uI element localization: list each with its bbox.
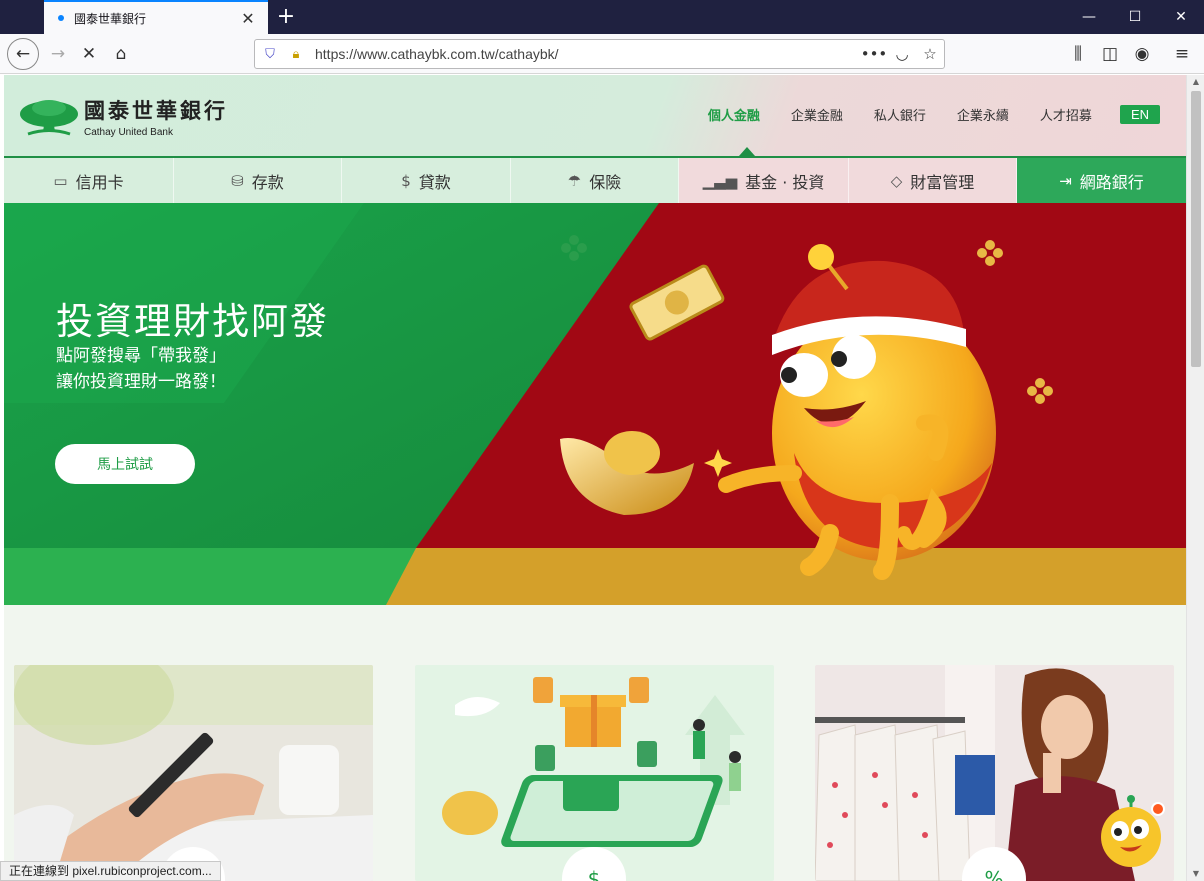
library-icon[interactable]: ⫼ xyxy=(1062,38,1094,70)
diamond-icon: ◇ xyxy=(890,171,903,190)
top-navigation: 個人金融 企業金融 私人銀行 企業永續 人才招募 EN xyxy=(677,105,1160,124)
tab-close-icon[interactable]: ✕ xyxy=(238,9,258,28)
scrollbar-thumb[interactable] xyxy=(1191,91,1201,367)
promo-card-2[interactable]: $ xyxy=(415,665,774,881)
stop-button[interactable]: ✕ xyxy=(73,38,105,70)
forward-button[interactable]: → xyxy=(42,38,74,70)
browser-tab[interactable]: 國泰世華銀行 ✕ xyxy=(44,0,268,34)
pocket-icon[interactable]: ◡ xyxy=(888,45,916,63)
money-bag-icon: $ xyxy=(401,171,411,190)
nav-deposit[interactable]: ⛁ 存款 xyxy=(174,158,342,203)
nav-funds[interactable]: ▁▃▅ 基金 · 投資 xyxy=(679,158,849,203)
banner-title: 投資理財找阿發 xyxy=(56,300,329,343)
login-icon: ⇥ xyxy=(1059,171,1072,190)
nav-label: 存款 xyxy=(251,172,284,192)
tab-title: 國泰世華銀行 xyxy=(74,11,147,26)
page-scrollbar[interactable]: ▲ ▼ xyxy=(1186,75,1204,881)
active-caret-icon xyxy=(739,147,755,156)
topnav-sustainability[interactable]: 企業永續 xyxy=(957,105,1009,124)
main-navigation: ▭ 信用卡 ⛁ 存款 $ 貸款 ☂ 保險 ▁▃▅ 基金 · 投資 ◇ 財富管理 … xyxy=(4,156,1186,203)
back-button[interactable]: ← xyxy=(7,38,39,70)
nav-credit-card[interactable]: ▭ 信用卡 xyxy=(4,158,174,203)
scroll-up-icon[interactable]: ▲ xyxy=(1187,75,1204,89)
nav-insurance[interactable]: ☂ 保險 xyxy=(511,158,679,203)
chart-icon: ▁▃▅ xyxy=(702,171,738,190)
banner-background xyxy=(4,203,1186,605)
banner-subtitle: 點阿發搜尋「帶我發」 讓你投資理財一路發！ xyxy=(56,343,226,395)
browser-toolbar: ← → ✕ ⌂ ⛉ 🔒︎ https://www.cathaybk.com.tw… xyxy=(0,34,1204,74)
nav-loan[interactable]: $ 貸款 xyxy=(342,158,511,203)
address-bar[interactable]: ⛉ 🔒︎ https://www.cathaybk.com.tw/cathayb… xyxy=(254,39,945,69)
try-now-button[interactable]: 馬上試試 xyxy=(55,444,195,484)
minimize-button[interactable]: — xyxy=(1066,0,1112,34)
status-bar: 正在連線到 pixel.rubiconproject.com... xyxy=(0,861,221,881)
nav-label: 貸款 xyxy=(418,172,451,192)
url-text[interactable]: https://www.cathaybk.com.tw/cathaybk/ xyxy=(315,46,860,62)
topnav-corporate[interactable]: 企業金融 xyxy=(791,105,843,124)
maximize-button[interactable]: ☐ xyxy=(1112,0,1158,34)
language-en-button[interactable]: EN xyxy=(1119,105,1160,124)
page-viewport: 國泰世華銀行 Cathay United Bank 個人金融 企業金融 私人銀行… xyxy=(4,75,1186,881)
tree-logo-icon xyxy=(20,99,78,135)
nav-label: 基金 · 投資 xyxy=(745,172,825,192)
home-button[interactable]: ⌂ xyxy=(105,38,137,70)
menu-icon[interactable]: ≡ xyxy=(1166,38,1198,70)
logo-english-name: Cathay United Bank xyxy=(84,127,173,138)
banner-line-2: 讓你投資理財一路發！ xyxy=(56,372,226,392)
nav-label: 網路銀行 xyxy=(1079,172,1144,192)
logo-chinese-name: 國泰世華銀行 xyxy=(84,99,228,123)
lock-warning-icon[interactable]: 🔒︎ xyxy=(285,43,307,65)
nav-wealth[interactable]: ◇ 財富管理 xyxy=(849,158,1017,203)
hero-banner[interactable]: 投資理財找阿發 點阿發搜尋「帶我發」 讓你投資理財一路發！ 馬上試試 xyxy=(4,203,1186,605)
tab-loading-icon xyxy=(58,15,64,21)
scroll-down-icon[interactable]: ▼ xyxy=(1187,867,1204,881)
coins-icon: ⛁ xyxy=(231,171,244,190)
credit-card-icon: ▭ xyxy=(53,171,68,190)
bank-logo[interactable]: 國泰世華銀行 Cathay United Bank xyxy=(18,95,228,138)
tracking-shield-icon[interactable]: ⛉ xyxy=(259,43,281,65)
page-actions-icon[interactable]: ••• xyxy=(860,45,888,63)
close-window-button[interactable]: ✕ xyxy=(1158,0,1204,34)
nav-label: 信用卡 xyxy=(75,172,124,192)
site-header: 國泰世華銀行 Cathay United Bank 個人金融 企業金融 私人銀行… xyxy=(4,75,1186,156)
nav-label: 財富管理 xyxy=(910,172,975,192)
nav-online-banking[interactable]: ⇥ 網路銀行 xyxy=(1017,158,1186,203)
bookmark-star-icon[interactable]: ☆ xyxy=(916,45,944,63)
nav-label: 保險 xyxy=(589,172,622,192)
browser-titlebar: 國泰世華銀行 ✕ + — ☐ ✕ xyxy=(0,0,1204,34)
account-icon[interactable]: ◉ xyxy=(1126,38,1158,70)
topnav-private[interactable]: 私人銀行 xyxy=(874,105,926,124)
chatbot-mascot-icon[interactable] xyxy=(1096,795,1166,869)
promo-card-1[interactable]: ▭ xyxy=(14,665,373,881)
new-tab-button[interactable]: + xyxy=(274,4,298,30)
topnav-careers[interactable]: 人才招募 xyxy=(1040,105,1092,124)
banner-line-1: 點阿發搜尋「帶我發」 xyxy=(56,346,226,366)
topnav-personal[interactable]: 個人金融 xyxy=(708,105,760,124)
sidebar-icon[interactable]: ◫ xyxy=(1094,38,1126,70)
umbrella-icon: ☂ xyxy=(567,171,582,190)
